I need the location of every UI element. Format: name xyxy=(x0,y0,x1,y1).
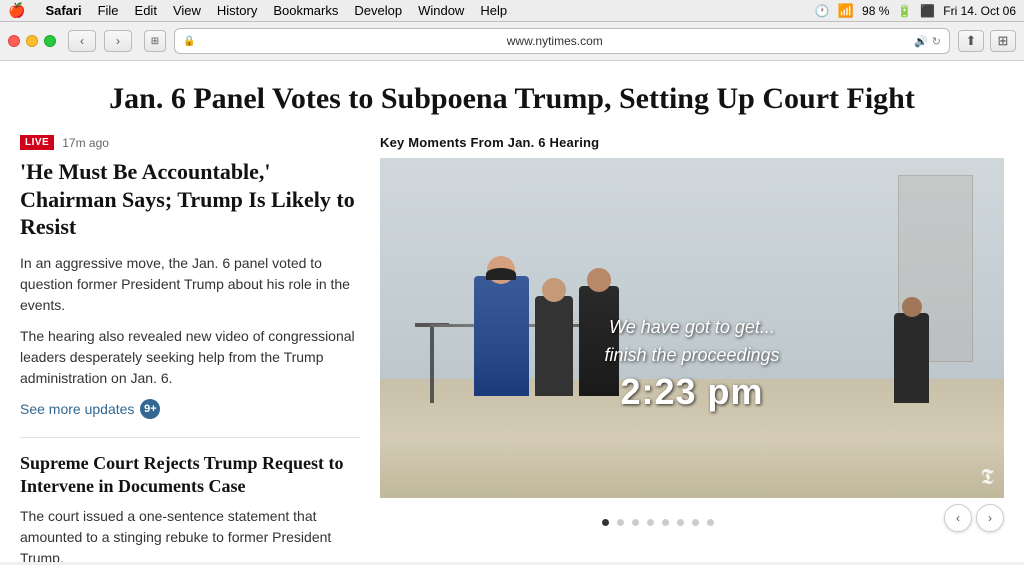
video-player[interactable]: We have got to get... finish the proceed… xyxy=(380,158,1004,498)
address-bar[interactable]: 🔒 www.nytimes.com 🔊 ↻ xyxy=(174,28,950,54)
right-column: Key Moments From Jan. 6 Hearing xyxy=(380,135,1004,562)
carousel-next-button[interactable]: › xyxy=(976,504,1004,532)
menu-bar-right: 🕐 📶 98 % 🔋 ⬛ Fri 14. Oct 06 xyxy=(815,3,1016,19)
carousel-prev-button[interactable]: ‹ xyxy=(944,504,972,532)
live-badge: LIVE xyxy=(20,135,54,150)
overlay-quote-line2: finish the proceedings xyxy=(380,344,1004,367)
carousel-dot-6[interactable] xyxy=(677,519,684,526)
toolbar-right: ⬆ ⊞ xyxy=(958,30,1016,52)
second-story-text: The court issued a one-sentence statemen… xyxy=(20,506,360,562)
back-button[interactable]: ‹ xyxy=(68,30,96,52)
url-text: www.nytimes.com xyxy=(199,34,910,48)
wifi-icon: 📶 xyxy=(838,3,854,19)
overlay-quote-line1: We have got to get... xyxy=(380,316,1004,339)
menu-view[interactable]: View xyxy=(173,3,201,18)
new-tab-button[interactable]: ⊞ xyxy=(990,30,1016,52)
safari-toolbar: ‹ › ⊞ 🔒 www.nytimes.com 🔊 ↻ ⬆ ⊞ xyxy=(0,22,1024,61)
story-text-1: In an aggressive move, the Jan. 6 panel … xyxy=(20,253,360,316)
battery-percentage: 98 % xyxy=(862,4,889,18)
carousel-dot-4[interactable] xyxy=(647,519,654,526)
tab-overview-button[interactable]: ⊞ xyxy=(144,30,166,52)
menu-history[interactable]: History xyxy=(217,3,257,18)
carousel-dot-7[interactable] xyxy=(692,519,699,526)
traffic-lights xyxy=(8,35,56,47)
lock-icon: 🔒 xyxy=(183,36,195,47)
minimize-button[interactable] xyxy=(26,35,38,47)
divider xyxy=(20,437,360,438)
battery-icon: 🔋 xyxy=(897,4,912,18)
menu-help[interactable]: Help xyxy=(480,3,507,18)
menu-develop[interactable]: Develop xyxy=(354,3,402,18)
menu-bar: 🍎 Safari File Edit View History Bookmark… xyxy=(0,0,1024,22)
carousel-dot-1[interactable] xyxy=(602,519,609,526)
key-moments-label: Key Moments From Jan. 6 Hearing xyxy=(380,135,1004,150)
live-badge-row: LIVE 17m ago xyxy=(20,135,360,150)
carousel-dot-3[interactable] xyxy=(632,519,639,526)
video-overlay: We have got to get... finish the proceed… xyxy=(380,316,1004,413)
carousel-dot-8[interactable] xyxy=(707,519,714,526)
video-background: We have got to get... finish the proceed… xyxy=(380,158,1004,498)
left-column: LIVE 17m ago 'He Must Be Accountable,' C… xyxy=(20,135,360,562)
content-grid: LIVE 17m ago 'He Must Be Accountable,' C… xyxy=(20,135,1004,562)
story-text-2: The hearing also revealed new video of c… xyxy=(20,326,360,389)
close-button[interactable] xyxy=(8,35,20,47)
time-ago: 17m ago xyxy=(62,136,109,150)
screen-icon: ⬛ xyxy=(920,4,935,18)
reload-button[interactable]: ↻ xyxy=(932,35,941,48)
overlay-time: 2:23 pm xyxy=(380,371,1004,413)
menu-bookmarks[interactable]: Bookmarks xyxy=(273,3,338,18)
second-story-headline[interactable]: Supreme Court Rejects Trump Request to I… xyxy=(20,452,360,499)
fullscreen-button[interactable] xyxy=(44,35,56,47)
sound-icon[interactable]: 🔊 xyxy=(914,35,928,48)
menu-edit[interactable]: Edit xyxy=(135,3,157,18)
time-machine-icon: 🕐 xyxy=(815,4,830,18)
browser-viewport: Jan. 6 Panel Votes to Subpoena Trump, Se… xyxy=(0,61,1024,562)
menu-window[interactable]: Window xyxy=(418,3,464,18)
see-more-link[interactable]: See more updates xyxy=(20,401,134,417)
main-headline[interactable]: Jan. 6 Panel Votes to Subpoena Trump, Se… xyxy=(20,81,1004,117)
apple-menu[interactable]: 🍎 xyxy=(8,2,25,19)
carousel-dot-5[interactable] xyxy=(662,519,669,526)
updates-badge: 9+ xyxy=(140,399,160,419)
see-more-row: See more updates 9+ xyxy=(20,399,360,419)
nyt-content: Jan. 6 Panel Votes to Subpoena Trump, Se… xyxy=(0,61,1024,562)
forward-button[interactable]: › xyxy=(104,30,132,52)
nyt-logo: 𝕿 xyxy=(980,464,994,490)
subheadline[interactable]: 'He Must Be Accountable,' Chairman Says;… xyxy=(20,158,360,241)
share-button[interactable]: ⬆ xyxy=(958,30,984,52)
menu-safari[interactable]: Safari xyxy=(45,3,81,18)
carousel-dots xyxy=(380,519,936,526)
date-time: Fri 14. Oct 06 xyxy=(943,4,1016,18)
menu-file[interactable]: File xyxy=(98,3,119,18)
carousel-dot-2[interactable] xyxy=(617,519,624,526)
